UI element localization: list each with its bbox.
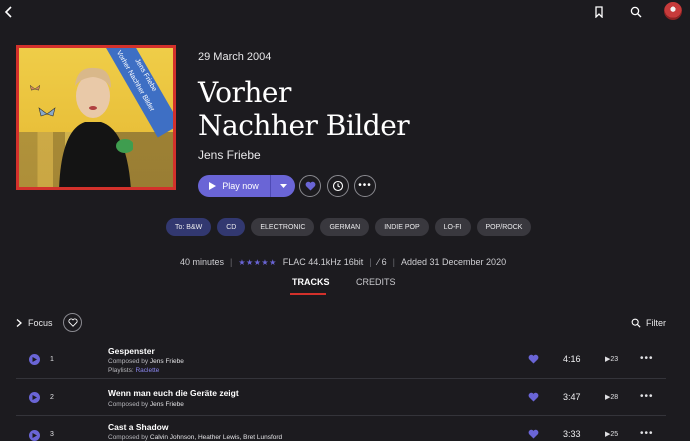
track-play-count: ▶23 xyxy=(605,356,619,363)
bookmark-icon[interactable] xyxy=(590,3,608,21)
track-duration: 3:33 xyxy=(563,429,581,439)
play-now-button-group[interactable]: Play now xyxy=(198,175,295,197)
avatar[interactable] xyxy=(664,2,682,20)
add-to-queue-button[interactable] xyxy=(327,175,349,197)
tag-chip[interactable]: CD xyxy=(217,218,246,236)
track-play-count: ▶28 xyxy=(605,394,619,401)
track-title[interactable]: Gespenster xyxy=(108,346,155,356)
track-row[interactable]: 1 Gespenster Composed by Jens Friebe Pla… xyxy=(16,342,666,379)
date-added: Added 31 December 2020 xyxy=(401,257,507,267)
tab-credits[interactable]: CREDITS xyxy=(356,277,396,287)
album-title: Vorher Nachher Bilder xyxy=(198,76,410,142)
filter-button[interactable]: Filter xyxy=(631,318,666,328)
track-row[interactable]: 2 Wenn man euch die Geräte zeigt Compose… xyxy=(16,380,666,416)
heart-icon xyxy=(305,181,315,191)
playlist-link[interactable]: Raclette xyxy=(135,367,159,374)
butterfly-icon xyxy=(38,107,56,117)
track-playlists: Playlists: Raclette xyxy=(108,367,160,374)
release-date: 29 March 2004 xyxy=(198,51,272,63)
heart-icon[interactable] xyxy=(528,429,539,439)
search-icon xyxy=(631,318,641,328)
track-duration: 3:47 xyxy=(563,392,581,402)
track-more-button[interactable]: ••• xyxy=(640,391,654,402)
chevron-right-icon xyxy=(16,319,22,327)
tag-chip[interactable]: GERMAN xyxy=(320,218,370,236)
back-icon[interactable] xyxy=(0,3,18,21)
track-number: 3 xyxy=(50,431,54,438)
track-duration: 4:16 xyxy=(563,354,581,364)
rating-stars[interactable]: ★★★★★ xyxy=(238,258,276,267)
album-cover: Jens Friebe Vorher Nachher Bilder xyxy=(16,45,176,190)
disc-count: ⁄ 6 xyxy=(377,257,387,267)
heart-icon[interactable] xyxy=(528,392,539,402)
album-meta: 40 minutes | ★★★★★ FLAC 44.1kHz 16bit | … xyxy=(180,257,506,267)
row-divider xyxy=(16,415,666,416)
play-track-icon[interactable] xyxy=(29,430,40,441)
track-title[interactable]: Cast a Shadow xyxy=(108,422,168,432)
more-icon: ••• xyxy=(358,180,372,191)
heart-icon[interactable] xyxy=(528,354,539,364)
play-track-icon[interactable] xyxy=(29,354,40,365)
row-divider xyxy=(16,378,666,379)
heart-outline-icon xyxy=(67,318,78,327)
favorites-filter-button[interactable] xyxy=(63,313,82,332)
tag-list: To: B&W CD ELECTRONIC GERMAN INDIE POP L… xyxy=(166,218,532,236)
meta-separator: | xyxy=(369,257,372,267)
track-play-count: ▶25 xyxy=(605,431,619,438)
play-track-icon[interactable] xyxy=(29,392,40,403)
track-number: 1 xyxy=(50,356,54,363)
track-composer: Composed by Jens Friebe xyxy=(108,358,184,365)
play-options-dropdown[interactable] xyxy=(271,175,295,197)
search-icon[interactable] xyxy=(627,3,645,21)
track-title[interactable]: Wenn man euch die Geräte zeigt xyxy=(108,388,239,398)
play-icon xyxy=(209,182,217,190)
tag-chip[interactable]: POP/ROCK xyxy=(476,218,532,236)
butterfly-small-icon xyxy=(29,84,41,91)
tag-chip[interactable]: To: B&W xyxy=(166,218,212,236)
track-composer: Composed by Jens Friebe xyxy=(108,401,184,408)
track-row[interactable]: 3 Cast a Shadow Composed by Calvin Johns… xyxy=(16,417,666,441)
favorite-button[interactable] xyxy=(299,175,321,197)
track-more-button[interactable]: ••• xyxy=(640,428,654,439)
tag-chip[interactable]: INDIE POP xyxy=(375,218,429,236)
track-more-button[interactable]: ••• xyxy=(640,353,654,364)
audio-format: FLAC 44.1kHz 16bit xyxy=(282,257,364,267)
tag-chip[interactable]: ELECTRONIC xyxy=(251,218,315,236)
chevron-down-icon xyxy=(279,183,287,188)
album-duration: 40 minutes xyxy=(180,257,225,267)
meta-separator: | xyxy=(230,257,233,267)
artist-name[interactable]: Jens Friebe xyxy=(198,148,261,162)
cover-figure xyxy=(59,67,133,187)
more-options-button[interactable]: ••• xyxy=(354,175,376,197)
tag-chip[interactable]: LO-FI xyxy=(434,218,471,236)
queue-clock-icon xyxy=(332,180,344,192)
tab-tracks[interactable]: TRACKS xyxy=(292,277,330,287)
meta-separator: | xyxy=(392,257,395,267)
play-now-button[interactable]: Play now xyxy=(198,175,271,197)
focus-toggle[interactable]: Focus xyxy=(16,318,53,328)
track-number: 2 xyxy=(50,394,54,401)
active-tab-indicator xyxy=(290,293,326,295)
